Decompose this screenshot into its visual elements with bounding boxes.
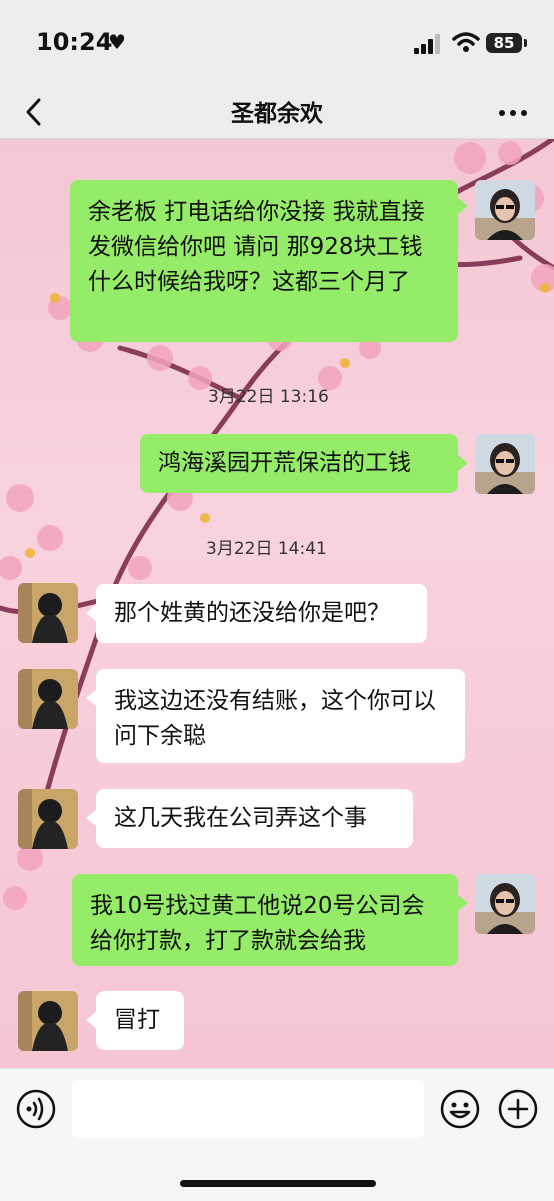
- contact-message-bubble[interactable]: 冒打: [96, 991, 184, 1050]
- my-avatar[interactable]: [475, 874, 535, 934]
- bubble-tail: [86, 1012, 96, 1028]
- heart-icon: ♥: [108, 30, 126, 54]
- bubble-tail: [86, 690, 96, 706]
- my-avatar[interactable]: [475, 434, 535, 494]
- message-input[interactable]: [72, 1080, 424, 1138]
- plus-icon[interactable]: [498, 1089, 538, 1129]
- bubble-tail: [458, 198, 468, 214]
- timestamp: 3月22日 14:41: [206, 539, 327, 559]
- nav-bar: 圣都余欢: [0, 88, 554, 139]
- my-message-bubble[interactable]: 我10号找过黄工他说20号公司会给你打款，打了款就会给我: [72, 874, 458, 966]
- status-time: 10:24: [36, 28, 113, 56]
- timestamp: 3月22日 13:16: [208, 387, 329, 407]
- emoji-icon[interactable]: [440, 1089, 480, 1129]
- voice-icon[interactable]: [16, 1089, 56, 1129]
- my-avatar[interactable]: [475, 180, 535, 240]
- home-indicator: [180, 1180, 376, 1187]
- contact-message-bubble[interactable]: 那个姓黄的还没给你是吧？: [96, 584, 427, 643]
- bubble-tail: [458, 895, 468, 911]
- contact-avatar[interactable]: [18, 669, 78, 729]
- contact-avatar[interactable]: [18, 583, 78, 643]
- contact-avatar[interactable]: [18, 789, 78, 849]
- my-message-bubble[interactable]: 余老板 打电话给你没接 我就直接发微信给你吧 请问 那928块工钱什么时候给我呀…: [70, 180, 458, 342]
- status-bar: 10:24 ♥ 85: [0, 0, 554, 88]
- bubble-tail: [86, 605, 96, 621]
- wifi-icon: [452, 32, 480, 52]
- battery-tip: [524, 39, 527, 47]
- chat-title: 圣都余欢: [231, 101, 323, 127]
- contact-avatar[interactable]: [18, 991, 78, 1051]
- bubble-tail: [458, 455, 468, 471]
- battery-level: 85: [486, 33, 522, 53]
- contact-message-bubble[interactable]: 我这边还没有结账，这个你可以问下余聪: [96, 669, 465, 763]
- contact-message-bubble[interactable]: 这几天我在公司弄这个事: [96, 789, 413, 848]
- signal-icon: [414, 34, 440, 54]
- my-message-bubble[interactable]: 鸿海溪园开荒保洁的工钱: [140, 434, 458, 493]
- bubble-tail: [86, 810, 96, 826]
- more-icon[interactable]: [496, 98, 530, 128]
